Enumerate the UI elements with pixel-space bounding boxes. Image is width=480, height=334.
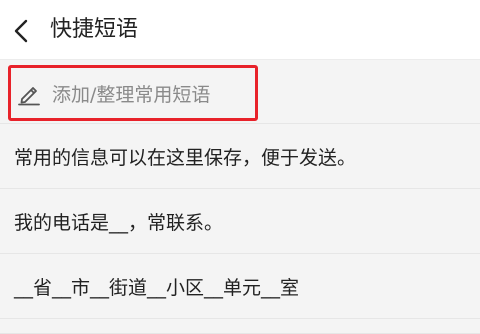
top-bar: 快捷短语 xyxy=(0,0,480,60)
phrase-item[interactable]: 常用的信息可以在这里保存，便于发送。 xyxy=(0,124,480,189)
back-button[interactable] xyxy=(8,16,34,46)
page-title: 快捷短语 xyxy=(50,17,139,42)
phrase-item[interactable]: 我的电话是__，常联系。 xyxy=(0,189,480,254)
pencil-icon xyxy=(16,80,42,106)
add-phrase-row: 添加/整理常用短语 xyxy=(0,60,480,124)
phrase-text: 常用的信息可以在这里保存，便于发送。 xyxy=(14,146,357,169)
chevron-left-icon xyxy=(14,19,28,43)
add-phrase-button[interactable]: 添加/整理常用短语 xyxy=(8,65,258,121)
phrase-text: 我的电话是__，常联系。 xyxy=(14,211,224,234)
add-phrase-label: 添加/整理常用短语 xyxy=(52,83,211,106)
phrase-text: __省__市__街道__小区__单元__室 xyxy=(14,276,300,299)
phrase-item-partial[interactable] xyxy=(0,319,480,334)
phrase-item[interactable]: __省__市__街道__小区__单元__室 xyxy=(0,254,480,319)
